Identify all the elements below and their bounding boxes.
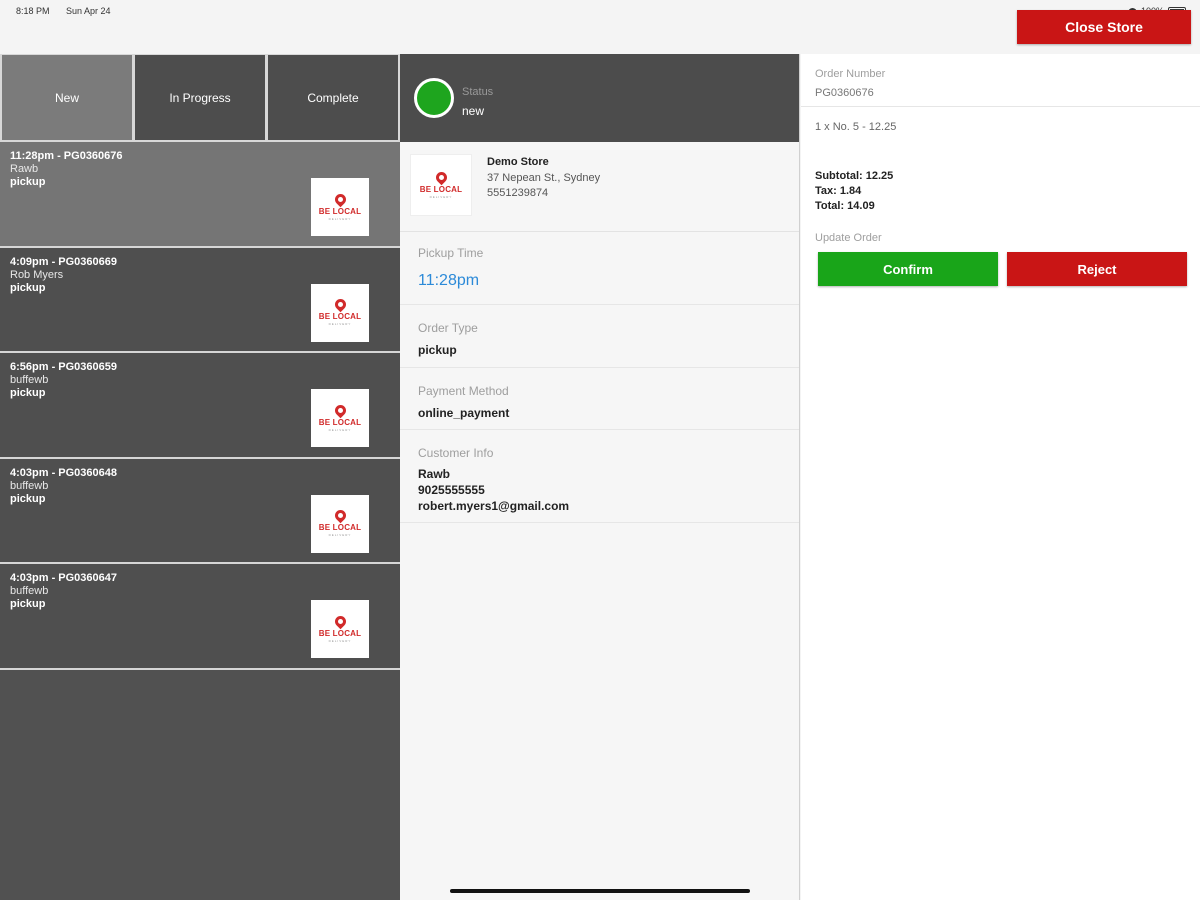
order-title: 4:03pm - PG0360647 — [10, 572, 118, 584]
order-list-item[interactable]: 6:56pm - PG0360659 buffewb pickup BE LOC… — [0, 353, 400, 459]
location-pin-icon — [332, 402, 348, 418]
update-order-actions: Confirm Reject — [818, 252, 1187, 286]
total: Total: 14.09 — [815, 200, 875, 212]
order-type-field: Order Type pickup — [400, 305, 799, 368]
order-line-item: 1 x No. 5 - 12.25 — [815, 121, 897, 133]
location-pin-icon — [332, 613, 348, 629]
pickup-time-field: Pickup Time 11:28pm — [400, 232, 799, 305]
order-manager-app: 8:18 PM Sun Apr 24 100% Close Store New … — [0, 0, 1200, 900]
logo-text: BE LOCAL — [318, 206, 362, 216]
payment-method-label: Payment Method — [418, 384, 509, 398]
customer-info-field: Customer Info Rawb 9025555555 robert.mye… — [400, 430, 799, 523]
logo-text: BE LOCAL — [318, 417, 362, 427]
order-list-item[interactable]: 11:28pm - PG0360676 Rawb pickup BE LOCAL… — [0, 142, 400, 248]
logo-subtext: DELIVERY — [429, 194, 453, 199]
payment-method-field: Payment Method online_payment — [400, 368, 799, 430]
customer-info-label: Customer Info — [418, 446, 494, 460]
order-number-label: Order Number — [815, 68, 886, 80]
order-customer: buffewb — [10, 585, 49, 597]
store-logo: BE LOCAL DELIVERY — [311, 494, 369, 553]
order-totals: Subtotal: 12.25 Tax: 1.84 Total: 14.09 — [801, 133, 1200, 214]
location-pin-icon — [332, 191, 348, 207]
order-customer: buffewb — [10, 374, 49, 386]
tax: Tax: 1.84 — [815, 185, 862, 197]
order-title: 6:56pm - PG0360659 — [10, 361, 118, 373]
customer-email: robert.myers1@gmail.com — [418, 499, 570, 513]
update-order-label: Update Order — [815, 232, 882, 244]
subtotal: Subtotal: 12.25 — [815, 170, 894, 182]
customer-details: Rawb 9025555555 robert.myers1@gmail.com — [418, 466, 781, 514]
logo-text: BE LOCAL — [318, 523, 362, 532]
store-logo: BE LOCAL DELIVERY — [311, 283, 369, 342]
order-detail-panel: Status new BE LOCAL DELIVERY Demo Store … — [400, 54, 800, 900]
store-logo: BE LOCAL DELIVERY — [410, 154, 472, 216]
tab-in-progress[interactable]: In Progress — [135, 55, 265, 140]
tab-complete[interactable]: Complete — [268, 55, 398, 140]
logo-text: BE LOCAL — [318, 628, 362, 638]
status-indicator-icon — [414, 78, 454, 118]
order-customer: Rob Myers — [10, 268, 64, 281]
status-label: Status — [462, 86, 494, 98]
order-summary-panel: Order Number PG0360676 1 x No. 5 - 12.25… — [801, 54, 1200, 900]
store-info: BE LOCAL DELIVERY Demo Store 37 Nepean S… — [400, 142, 799, 232]
order-number-section: Order Number PG0360676 — [801, 54, 1200, 107]
status-bar: 8:18 PM Sun Apr 24 100% Close Store — [0, 0, 1200, 54]
payment-method-value: online_payment — [418, 406, 510, 420]
order-list-item[interactable]: 4:03pm - PG0360647 buffewb pickup BE LOC… — [0, 564, 400, 670]
pickup-time-value: 11:28pm — [418, 272, 480, 289]
order-type-label: Order Type — [418, 321, 478, 335]
order-title: 4:09pm - PG0360669 — [10, 255, 118, 268]
store-address: 37 Nepean St., Sydney — [487, 172, 601, 184]
order-list-item[interactable]: 4:09pm - PG0360669 Rob Myers pickup BE L… — [0, 247, 400, 353]
tab-new[interactable]: New — [2, 55, 132, 140]
logo-subtext: DELIVERY — [328, 427, 352, 432]
store-phone: 5551239874 — [487, 187, 549, 199]
location-pin-icon — [332, 296, 348, 313]
order-number-value: PG0360676 — [815, 87, 874, 99]
reject-button[interactable]: Reject — [1007, 252, 1187, 286]
order-title: 11:28pm - PG0360676 — [10, 150, 123, 162]
order-title: 4:03pm - PG0360648 — [10, 466, 118, 479]
logo-text: BE LOCAL — [318, 312, 362, 321]
order-status-header: Status new — [400, 54, 799, 142]
store-name: Demo Store — [487, 156, 549, 168]
order-customer: Rawb — [10, 163, 39, 175]
store-logo: BE LOCAL DELIVERY — [311, 178, 369, 236]
customer-phone: 9025555555 — [418, 483, 485, 497]
order-list-item[interactable]: 4:03pm - PG0360648 buffewb pickup BE LOC… — [0, 458, 400, 564]
order-tabs: New In Progress Complete — [0, 54, 400, 142]
location-pin-icon — [433, 169, 449, 185]
customer-name: Rawb — [418, 467, 451, 481]
logo-subtext: DELIVERY — [328, 216, 352, 221]
status-time: 8:18 PM — [16, 6, 50, 16]
status-value: new — [462, 104, 485, 118]
logo-text: BE LOCAL — [419, 184, 463, 194]
home-indicator[interactable] — [450, 889, 750, 893]
store-logo: BE LOCAL DELIVERY — [311, 389, 369, 447]
orders-panel: New In Progress Complete 11:28pm - PG036… — [0, 54, 400, 900]
status-date: Sun Apr 24 — [66, 6, 111, 16]
logo-subtext: DELIVERY — [328, 638, 352, 643]
confirm-button[interactable]: Confirm — [818, 252, 998, 286]
location-pin-icon — [332, 507, 348, 524]
order-type-value: pickup — [418, 343, 457, 357]
order-customer: buffewb — [10, 479, 49, 492]
store-logo: BE LOCAL DELIVERY — [311, 600, 369, 658]
close-store-button[interactable]: Close Store — [1017, 10, 1191, 44]
logo-subtext: DELIVERY — [328, 322, 352, 326]
order-list: 11:28pm - PG0360676 Rawb pickup BE LOCAL… — [0, 142, 400, 670]
pickup-time-label: Pickup Time — [418, 246, 484, 260]
logo-subtext: DELIVERY — [328, 533, 352, 537]
